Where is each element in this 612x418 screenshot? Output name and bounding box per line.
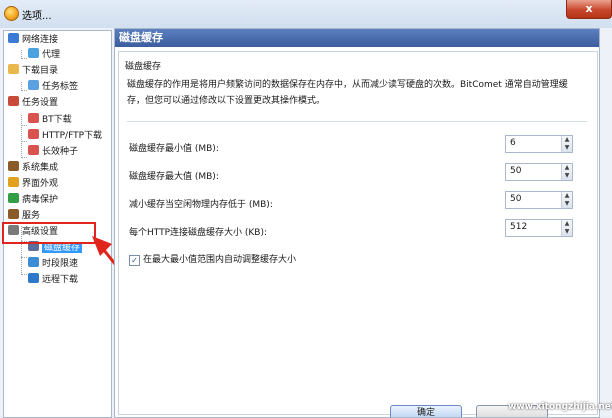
max-cache-spinner[interactable]: 50 ▲ ▼ [505,163,573,181]
ok-button[interactable]: 确定 [390,405,462,417]
spin-down-icon[interactable]: ▼ [562,228,572,236]
checkbox-icon[interactable]: ✓ [129,255,140,266]
settings-panel: 磁盘缓存 磁盘缓存 磁盘缓存的作用是将用户频繁访问的数据保存在内存中，从而减少读… [114,28,600,418]
group-title: 磁盘缓存 [125,59,162,72]
description: 磁盘缓存的作用是将用户频繁访问的数据保存在内存中，从而减少读写硬盘的次数。Bit… [127,77,597,109]
reduce-cache-spinner[interactable]: 50 ▲ ▼ [505,191,573,209]
spinner-buttons[interactable]: ▲ ▼ [561,136,572,152]
spin-up-icon[interactable]: ▲ [562,220,572,228]
spin-up-icon[interactable]: ▲ [562,136,572,144]
spinner-buttons[interactable]: ▲ ▼ [561,220,572,236]
min-cache-value: 6 [510,138,516,148]
spin-down-icon[interactable]: ▼ [562,144,572,152]
spin-up-icon[interactable]: ▲ [562,192,572,200]
spinner-buttons[interactable]: ▲ ▼ [561,164,572,180]
spin-up-icon[interactable]: ▲ [562,164,572,172]
http-cache-spinner[interactable]: 512 ▲ ▼ [505,219,573,237]
description-line-1: 磁盘缓存的作用是将用户频繁访问的数据保存在内存中，从而减少读写硬盘的次数。Bit… [127,80,568,90]
min-cache-spinner[interactable]: 6 ▲ ▼ [505,135,573,153]
min-cache-label: 磁盘缓存最小值 (MB): [129,144,219,154]
watermark: www.xitongzhijia.net [508,402,612,412]
http-cache-label: 每个HTTP连接磁盘缓存大小 (KB): [129,228,268,238]
http-cache-value: 512 [510,222,528,232]
reduce-cache-value: 50 [510,194,522,204]
spinner-buttons[interactable]: ▲ ▼ [561,192,572,208]
description-line-2: 存，但您可以通过修改以下设置更改其操作模式。 [127,96,326,106]
auto-adjust-checkbox[interactable]: ✓ 在最大最小值范围内自动调整缓存大小 [129,252,296,266]
max-cache-value: 50 [510,166,522,176]
spin-down-icon[interactable]: ▼ [562,200,572,208]
auto-adjust-label: 在最大最小值范围内自动调整缓存大小 [143,255,297,265]
spin-down-icon[interactable]: ▼ [562,172,572,180]
max-cache-label: 磁盘缓存最大值 (MB): [129,172,219,182]
panel-header: 磁盘缓存 [115,29,599,47]
separator [127,121,587,122]
reduce-cache-label: 减小缓存当空闲物理内存低于 (MB): [129,200,273,210]
